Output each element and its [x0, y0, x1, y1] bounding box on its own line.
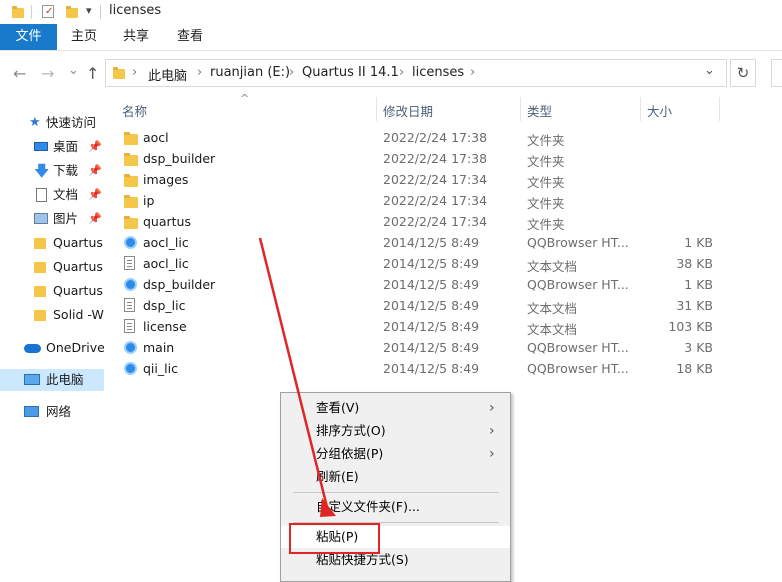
arrow-head — [320, 498, 336, 517]
arrow-line — [258, 237, 329, 508]
annotation-arrow — [258, 237, 336, 517]
